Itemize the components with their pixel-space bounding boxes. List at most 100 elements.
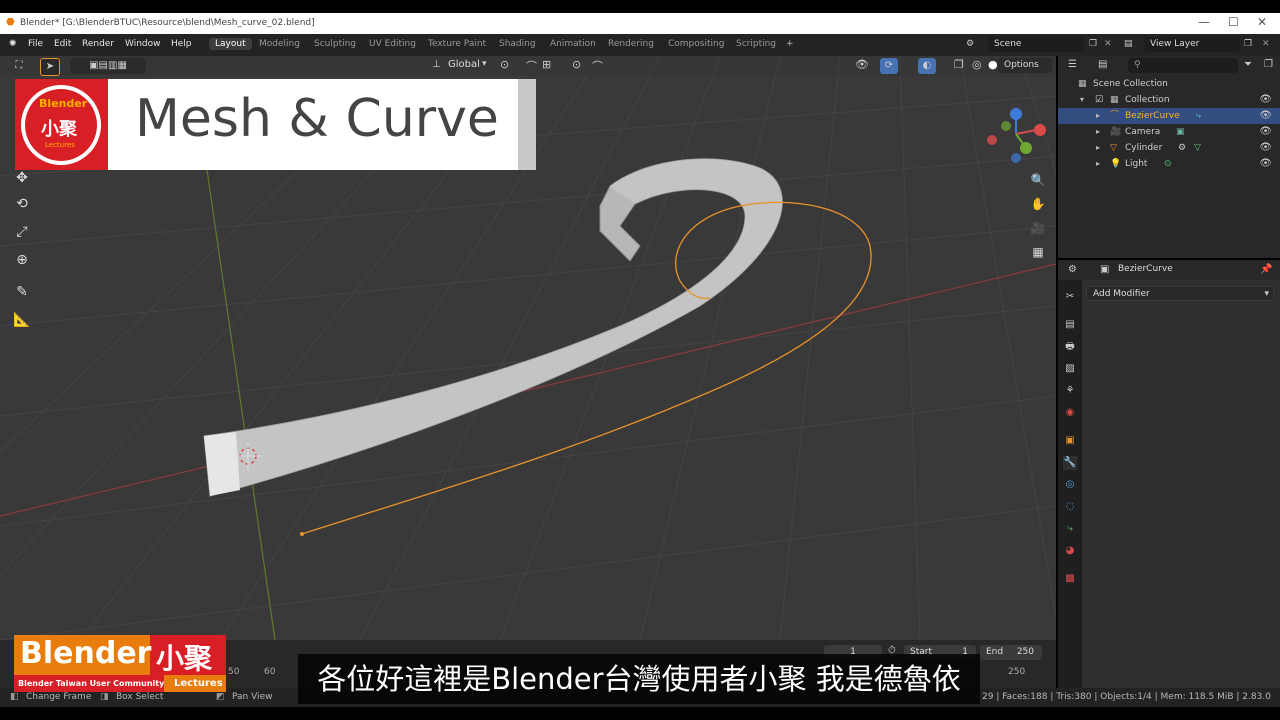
menu-window[interactable]: Window: [125, 39, 161, 49]
remove-view-layer-icon[interactable]: ✕: [1262, 39, 1270, 49]
visibility-icon[interactable]: 👁: [855, 58, 869, 71]
mesh-data-icon[interactable]: ▽: [1194, 140, 1201, 156]
eye-icon[interactable]: 👁: [1259, 140, 1272, 156]
filter-icon[interactable]: ⏷: [1244, 59, 1252, 70]
curve-data-icon[interactable]: ⤷: [1196, 108, 1201, 124]
collection-row[interactable]: ▾ ☑ ▦ Collection 👁: [1058, 92, 1280, 108]
pivot-icon[interactable]: ⊙: [500, 58, 509, 71]
outliner-item-light[interactable]: ▸ 💡 Light ⊙ 👁: [1058, 156, 1280, 172]
snap-icon[interactable]: ⌒: [526, 58, 537, 74]
camera-view-icon[interactable]: 🎥: [1026, 216, 1050, 240]
orientation-dropdown[interactable]: Global: [448, 59, 480, 70]
physics-tab-icon[interactable]: ◌: [1063, 500, 1077, 514]
new-collection-icon[interactable]: ❐: [1264, 59, 1273, 70]
expand-arrow-icon[interactable]: ▸: [1096, 108, 1100, 124]
outliner-search-input[interactable]: ⚲: [1128, 58, 1238, 73]
tool-tab-icon[interactable]: ✂: [1063, 290, 1077, 304]
gizmo-toggle-icon[interactable]: ⟳: [880, 58, 898, 74]
properties-editor-icon[interactable]: ⚙: [1068, 264, 1077, 275]
minimize-button[interactable]: —: [1198, 15, 1210, 29]
new-scene-icon[interactable]: ❐: [1089, 39, 1097, 49]
scale-tool-icon[interactable]: ⤢: [10, 220, 34, 244]
measure-tool-icon[interactable]: 📐: [10, 308, 34, 332]
checkbox-icon[interactable]: ☑: [1095, 92, 1103, 108]
maximize-button[interactable]: ☐: [1228, 15, 1239, 29]
menu-edit[interactable]: Edit: [54, 39, 71, 49]
add-modifier-dropdown[interactable]: Add Modifier ▾: [1086, 286, 1274, 301]
expand-arrow-icon[interactable]: ▸: [1096, 124, 1100, 140]
wireframe-shading-icon[interactable]: ◎: [972, 58, 982, 71]
texture-tab-icon[interactable]: ▩: [1063, 572, 1077, 586]
add-workspace-button[interactable]: +: [780, 38, 800, 50]
material-tab-icon[interactable]: ◕: [1063, 544, 1077, 558]
view-layer-icon[interactable]: ▤: [1124, 39, 1133, 49]
pin-icon[interactable]: 📌: [1260, 264, 1272, 275]
select-tool-icon[interactable]: ➤: [40, 58, 60, 76]
transform-tool-icon[interactable]: ⊕: [10, 248, 34, 272]
outliner-item-cylinder[interactable]: ▸ ▽ Cylinder ⚙ ▽ 👁: [1058, 140, 1280, 156]
menu-help[interactable]: Help: [171, 39, 192, 49]
outliner-item-camera[interactable]: ▸ 🎥 Camera ▣ 👁: [1058, 124, 1280, 140]
eye-icon[interactable]: 👁: [1259, 124, 1272, 140]
tab-rendering[interactable]: Rendering: [602, 38, 660, 50]
tab-shading[interactable]: Shading: [493, 38, 542, 50]
xray-icon[interactable]: ❐: [954, 58, 964, 71]
annotate-tool-icon[interactable]: ✎: [10, 280, 34, 304]
solid-shading-icon[interactable]: ●: [988, 58, 998, 71]
eye-icon[interactable]: 👁: [1259, 92, 1272, 108]
curve-data-tab-icon[interactable]: ⤷: [1063, 522, 1077, 536]
curve-endpoint[interactable]: [300, 532, 304, 536]
display-mode-icon[interactable]: ▤: [1098, 59, 1107, 70]
tab-animation[interactable]: Animation: [544, 38, 602, 50]
camera-data-icon[interactable]: ▣: [1176, 124, 1185, 140]
blender-menu-icon[interactable]: ✺: [9, 39, 17, 49]
scene-collection-row[interactable]: ▦ Scene Collection: [1058, 76, 1280, 92]
light-data-icon[interactable]: ⊙: [1164, 156, 1172, 172]
view-layer-tab-icon[interactable]: ▨: [1063, 362, 1077, 376]
outliner-editor-icon[interactable]: ☰: [1068, 59, 1077, 70]
world-tab-icon[interactable]: ◉: [1063, 406, 1077, 420]
new-view-layer-icon[interactable]: ❐: [1244, 39, 1252, 49]
selection-mode-buttons[interactable]: ▣▤▥▦: [70, 58, 146, 74]
render-tab-icon[interactable]: ▤: [1063, 318, 1077, 332]
scene-icon[interactable]: ⚙: [966, 39, 974, 49]
tab-modeling[interactable]: Modeling: [253, 38, 306, 50]
object-tab-icon[interactable]: ▣: [1063, 434, 1077, 448]
tab-layout[interactable]: Layout: [209, 38, 252, 50]
expand-arrow-icon[interactable]: ▸: [1096, 140, 1100, 156]
falloff-icon[interactable]: ⌒: [592, 58, 603, 74]
outliner-item-beziercurve[interactable]: ▸ ⌒ BezierCurve ⤷ 👁: [1058, 108, 1280, 124]
zoom-icon[interactable]: 🔍: [1026, 168, 1050, 192]
rotate-tool-icon[interactable]: ⟲: [10, 192, 34, 216]
scene-field[interactable]: Scene: [988, 37, 1084, 52]
chevron-down-icon[interactable]: ▾: [482, 59, 487, 69]
particles-tab-icon[interactable]: ◎: [1063, 478, 1077, 492]
pan-hand-icon[interactable]: ✋: [1026, 192, 1050, 216]
menu-render[interactable]: Render: [82, 39, 114, 49]
tab-uv-editing[interactable]: UV Editing: [363, 38, 422, 50]
remove-scene-icon[interactable]: ✕: [1104, 39, 1112, 49]
view-layer-field[interactable]: View Layer: [1144, 37, 1240, 52]
expand-arrow-icon[interactable]: ▸: [1096, 156, 1100, 172]
transform-orientation-icon[interactable]: ⊥: [432, 59, 441, 70]
tab-sculpting[interactable]: Sculpting: [308, 38, 362, 50]
expand-arrow-icon[interactable]: ▾: [1080, 92, 1084, 108]
snap-target-icon[interactable]: ⊞: [542, 58, 551, 71]
menu-file[interactable]: File: [28, 39, 43, 49]
eye-icon[interactable]: 👁: [1259, 108, 1272, 124]
options-dropdown[interactable]: Options: [998, 58, 1052, 73]
perspective-toggle-icon[interactable]: ▦: [1026, 240, 1050, 264]
tab-compositing[interactable]: Compositing: [662, 38, 730, 50]
close-button[interactable]: ✕: [1257, 15, 1267, 29]
overlay-toggle-icon[interactable]: ◐: [918, 58, 936, 74]
modifier-tab-icon[interactable]: 🔧: [1063, 456, 1077, 470]
editor-type-icon[interactable]: ⛶: [10, 58, 28, 74]
tab-texture-paint[interactable]: Texture Paint: [422, 38, 492, 50]
eye-icon[interactable]: 👁: [1259, 156, 1272, 172]
proportional-edit-icon[interactable]: ⊙: [572, 58, 581, 71]
output-tab-icon[interactable]: 🖶: [1063, 340, 1077, 354]
modifier-icon[interactable]: ⚙: [1178, 140, 1186, 156]
scene-tab-icon[interactable]: ⚘: [1063, 384, 1077, 398]
end-frame-field[interactable]: End 250: [980, 645, 1042, 660]
tab-scripting[interactable]: Scripting: [730, 38, 782, 50]
